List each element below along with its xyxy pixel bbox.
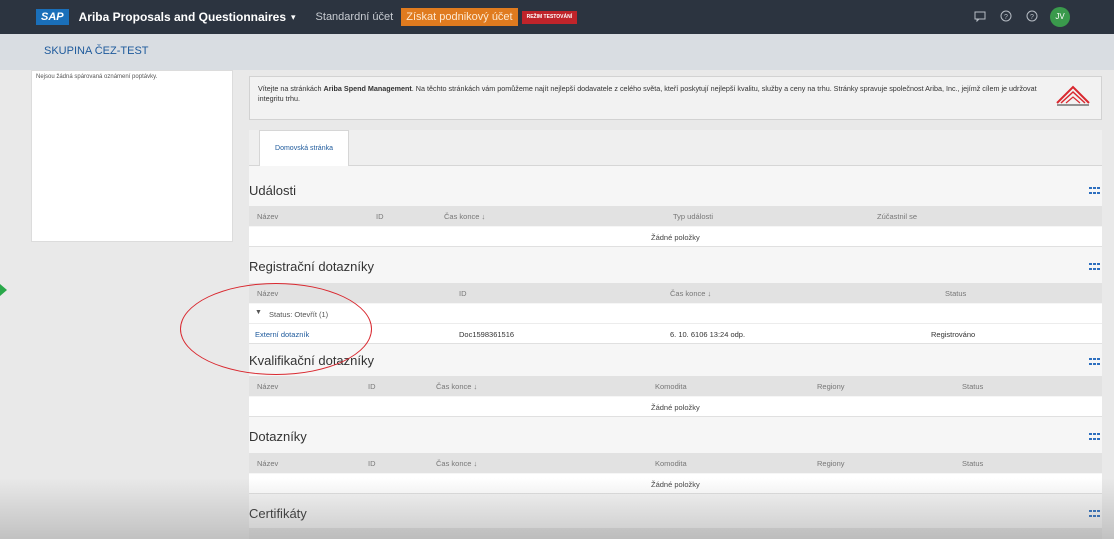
topbar-icons: ? ? JV (972, 0, 1070, 34)
questionnaires-header: Název ID Čas konce ↓ Komodita Regiony St… (249, 453, 1102, 473)
events-header: Název ID Čas konce ↓ Typ události Zúčast… (249, 206, 1102, 226)
col-end-time[interactable]: Čas konce ↓ (436, 382, 477, 391)
col-id[interactable]: ID (459, 289, 467, 298)
events-title: Události (249, 183, 296, 198)
row-status: Registrováno (931, 330, 976, 339)
standard-account-label[interactable]: Standardní účet (316, 11, 394, 23)
col-regions[interactable]: Regiony (817, 382, 845, 391)
col-end-time[interactable]: Čas konce ↓ (444, 212, 485, 221)
left-panel: Nejsou žádná spárovaná oznámení poptávky… (31, 70, 233, 242)
col-commodity[interactable]: Komodita (655, 382, 687, 391)
col-name[interactable]: Název (257, 212, 278, 221)
get-enterprise-account-button[interactable]: Získat podnikový účet (401, 8, 518, 26)
table-row: Externí dotazník Doc1598361516 6. 10. 61… (249, 324, 1102, 344)
col-event-type[interactable]: Typ události (673, 212, 713, 221)
welcome-intro: Vítejte na stránkách (258, 84, 324, 93)
annotation-ellipse (180, 283, 372, 375)
certificates-title: Certifikáty (249, 506, 307, 521)
group-bar: SKUPINA ČEZ-TEST (0, 34, 1114, 70)
svg-text:?: ? (1030, 14, 1034, 21)
group-label[interactable]: SKUPINA ČEZ-TEST (44, 45, 149, 57)
main-content: Události Název ID Čas konce ↓ Typ událos… (249, 166, 1102, 539)
row-id: Doc1598361516 (459, 330, 515, 339)
col-name[interactable]: Název (257, 382, 278, 391)
registration-title: Registrační dotazníky (249, 259, 375, 274)
chevron-down-icon[interactable]: ▾ (291, 12, 296, 23)
help-icon[interactable]: ? (998, 10, 1014, 25)
no-notifications-text: Nejsou žádná spárovaná oznámení poptávky… (36, 74, 158, 80)
table-options-icon[interactable] (1089, 433, 1100, 442)
tab-home[interactable]: Domovská stránka (259, 130, 349, 166)
table-options-icon[interactable] (1089, 358, 1100, 367)
questionnaires-empty-row: Žádné položky (249, 474, 1102, 494)
welcome-text: Vítejte na stránkách Ariba Spend Managem… (258, 84, 1048, 104)
qualification-header: Název ID Čas konce ↓ Komodita Regiony St… (249, 376, 1102, 396)
top-bar: SAP Ariba Proposals and Questionnaires ▾… (0, 0, 1114, 34)
welcome-box: Vítejte na stránkách Ariba Spend Managem… (249, 76, 1102, 120)
certificates-header (249, 528, 1102, 539)
tab-bar: Domovská stránka (249, 130, 1102, 166)
table-options-icon[interactable] (1089, 187, 1100, 196)
registration-header: Název ID Čas konce ↓ Status (249, 283, 1102, 303)
welcome-brand: Ariba Spend Management (323, 84, 412, 93)
col-end-time[interactable]: Čas konce ↓ (670, 289, 711, 298)
col-id[interactable]: ID (368, 382, 376, 391)
no-items-text: Žádné položky (651, 403, 700, 412)
col-id[interactable]: ID (368, 459, 376, 468)
row-end-time: 6. 10. 6106 13:24 odp. (670, 330, 746, 339)
table-options-icon[interactable] (1089, 263, 1100, 272)
col-status[interactable]: Status (945, 289, 966, 298)
col-status[interactable]: Status (962, 459, 983, 468)
col-regions[interactable]: Regiony (817, 459, 845, 468)
avatar[interactable]: JV (1050, 7, 1070, 27)
help-icon[interactable]: ? (1024, 10, 1040, 25)
notification-icon[interactable] (972, 10, 988, 25)
col-status[interactable]: Status (962, 382, 983, 391)
col-participated[interactable]: Zúčastnil se (877, 212, 917, 221)
sap-logo: SAP (36, 9, 69, 25)
events-empty-row: Žádné položky (249, 227, 1102, 247)
svg-text:?: ? (1004, 14, 1008, 21)
arrow-marker-icon (0, 284, 7, 296)
qualification-empty-row: Žádné položky (249, 397, 1102, 417)
no-items-text: Žádné položky (651, 480, 700, 489)
col-name[interactable]: Název (257, 459, 278, 468)
app-title[interactable]: Ariba Proposals and Questionnaires (79, 10, 286, 24)
col-end-time[interactable]: Čas konce ↓ (436, 459, 477, 468)
col-commodity[interactable]: Komodita (655, 459, 687, 468)
status-group-row[interactable]: ▼ Status: Otevřít (1) (249, 304, 1102, 324)
questionnaires-title: Dotazníky (249, 429, 307, 444)
test-mode-badge: REŽIM TESTOVÁNÍ (521, 10, 578, 24)
no-items-text: Žádné položky (651, 233, 700, 242)
table-options-icon[interactable] (1089, 510, 1100, 519)
ariba-logo-icon (1056, 85, 1090, 106)
col-id[interactable]: ID (376, 212, 384, 221)
